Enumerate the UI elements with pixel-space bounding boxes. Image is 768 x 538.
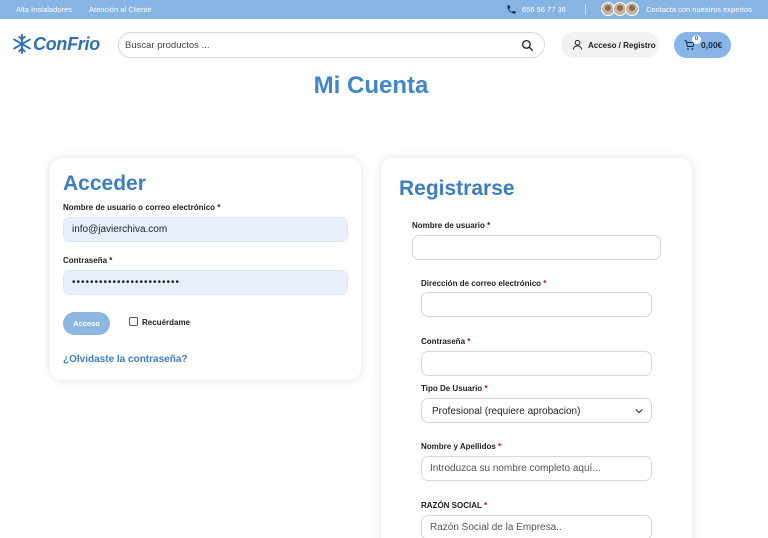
forgot-password-link[interactable]: ¿Olvidaste la contraseña? — [63, 354, 188, 365]
divider — [585, 4, 586, 15]
link-alta-instaladores[interactable]: Alta Instaladores — [16, 5, 72, 14]
remember-checkbox[interactable] — [129, 317, 138, 326]
remember-label[interactable]: Recuérdame — [142, 318, 190, 327]
fullname-label: Nombre y Apellidos * — [421, 442, 502, 451]
user-type-label: Tipo De Usuario * — [421, 384, 488, 393]
login-title: Acceder — [63, 172, 146, 195]
snowflake-icon — [13, 33, 31, 55]
login-button[interactable]: Acceso — [63, 312, 110, 335]
search-input[interactable] — [125, 37, 505, 54]
register-card: Registrarse Nombre de usuario * Direcció… — [381, 158, 692, 538]
search-icon[interactable] — [521, 39, 534, 52]
register-title: Registrarse — [399, 177, 515, 200]
company-label: RAZÓN SOCIAL * — [421, 501, 488, 510]
cart-button[interactable]: 0 0,00€ — [674, 32, 731, 58]
logo[interactable]: ConFrio — [11, 33, 100, 57]
cart-count-badge: 0 — [692, 35, 701, 44]
top-bar: Alta Instaladores Atención al Cliente 65… — [0, 0, 768, 19]
phone-number[interactable]: 656 56 77 36 — [522, 5, 566, 14]
phone-icon — [507, 5, 516, 14]
contact-experts-link[interactable]: Contacta con nuestros expertos — [646, 5, 752, 14]
password-input[interactable] — [63, 270, 348, 295]
account-button[interactable]: Acceso / Registro — [561, 32, 659, 58]
cart-total: 0,00€ — [701, 40, 723, 50]
company-input[interactable] — [421, 515, 652, 538]
chevron-down-icon — [635, 409, 643, 414]
login-card: Acceder Nombre de usuario o correo elect… — [50, 158, 361, 380]
register-username-label: Nombre de usuario * — [412, 221, 491, 230]
user-icon — [572, 39, 583, 50]
expert-avatar — [625, 2, 639, 16]
fullname-input[interactable] — [421, 456, 652, 481]
register-password-input[interactable] — [421, 351, 652, 376]
register-password-label: Contraseña * — [421, 337, 471, 346]
user-type-select[interactable]: Profesional (requiere aprobacion) — [421, 398, 652, 423]
account-label: Acceso / Registro — [588, 41, 656, 50]
logo-text: ConFrio — [33, 34, 100, 54]
register-email-label: Dirección de correo electrónico * — [421, 279, 547, 288]
user-type-value: Profesional (requiere aprobacion) — [432, 406, 581, 417]
username-input[interactable] — [63, 217, 348, 242]
register-email-input[interactable] — [421, 292, 652, 317]
link-atencion-cliente[interactable]: Atención al Cliente — [89, 5, 152, 14]
register-username-input[interactable] — [412, 235, 661, 260]
username-label: Nombre de usuario o correo electrónico * — [63, 203, 221, 212]
password-label: Contraseña * — [63, 256, 113, 265]
search-bar — [118, 32, 545, 58]
page-title: Mi Cuenta — [313, 72, 429, 99]
